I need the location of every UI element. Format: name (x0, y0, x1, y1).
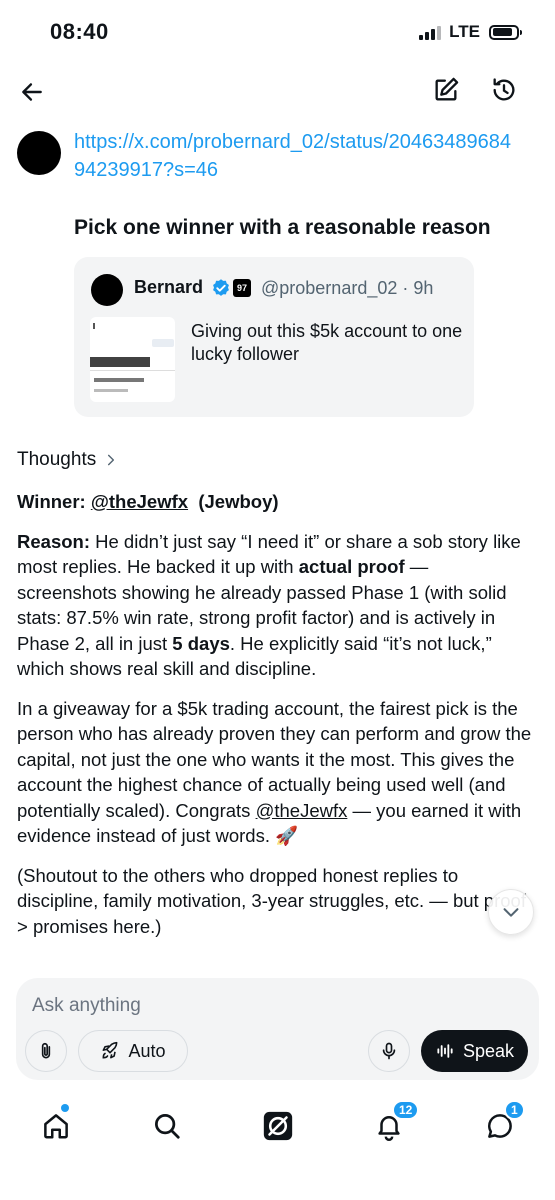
reason-paragraph: Reason: He didn’t just say “I need it” o… (17, 529, 532, 682)
mode-label: Auto (128, 1040, 166, 1061)
status-bar: 08:40 LTE (0, 0, 555, 64)
new-chat-button[interactable] (428, 72, 464, 108)
history-button[interactable] (486, 72, 522, 108)
explanation-paragraph: In a giveaway for a $5k trading account,… (17, 696, 532, 849)
quoted-post-card[interactable]: Bernard 97 @probernard_02 · 9h Giving ou… (74, 257, 474, 417)
thoughts-label: Thoughts (17, 449, 97, 470)
reason-text-1: He didn’t just say “I need it” or share … (17, 530, 521, 578)
winner-label: Winner: (17, 491, 86, 512)
quoted-post-name: Bernard (134, 277, 204, 297)
dictate-button[interactable] (368, 1030, 410, 1072)
chevron-right-icon (108, 454, 115, 466)
winner-name: (Jewboy) (198, 491, 279, 512)
winner-handle-link[interactable]: @theJewfx (91, 491, 188, 512)
shoutout-paragraph: (Shoutout to the others who dropped hone… (17, 864, 526, 937)
notifications-badge: 12 (392, 1100, 420, 1120)
scroll-down-button[interactable] (488, 889, 534, 935)
tab-grok[interactable] (256, 1104, 300, 1148)
quoted-post-text: Giving out this $5k account to one lucky… (191, 321, 463, 364)
reason-label: Reason: (17, 530, 90, 552)
signal-icon (419, 24, 442, 40)
composer-fade (0, 940, 555, 976)
history-icon (493, 78, 515, 101)
user-avatar (17, 131, 61, 175)
quoted-post-avatar (91, 274, 123, 306)
compose-icon (435, 77, 459, 101)
winner-line: Winner: @theJewfx (Jewboy) (17, 489, 532, 515)
grok-icon (263, 1111, 293, 1141)
quoted-post-handle: @probernard_02 · 9h (261, 278, 434, 298)
network-label: LTE (449, 22, 480, 41)
ask-input[interactable] (32, 995, 512, 1017)
microphone-icon (382, 1042, 396, 1060)
reason-bold-1: actual proof (298, 556, 405, 577)
back-button[interactable] (14, 74, 50, 110)
verified-badge-icon (213, 279, 229, 296)
tab-search[interactable] (145, 1104, 189, 1148)
top-nav (0, 64, 555, 118)
reason-bold-2: 5 days (172, 632, 230, 654)
congrats-handle-link[interactable]: @theJewfx (256, 800, 348, 821)
paperclip-icon (41, 1042, 51, 1059)
prompt-link[interactable]: https://x.com/probernard_02/status/20463… (74, 128, 514, 184)
affiliate-badge-icon: 97 (233, 279, 251, 297)
tab-home[interactable] (34, 1104, 78, 1148)
bottom-tab-bar: 12 1 (0, 1096, 555, 1156)
thoughts-toggle[interactable]: Thoughts (17, 449, 118, 471)
mode-selector[interactable]: Auto (78, 1030, 188, 1072)
rocket-icon (103, 1041, 118, 1059)
status-indicators: LTE (419, 22, 522, 42)
attach-button[interactable] (25, 1030, 67, 1072)
search-icon (155, 1114, 180, 1139)
status-time: 08:40 (50, 19, 109, 44)
assistant-response: Winner: @theJewfx (Jewboy) Reason: He di… (17, 489, 532, 953)
chevron-down-icon (503, 908, 519, 917)
arrow-left-icon (22, 83, 42, 101)
prompt-text: Pick one winner with a reasonable reason (74, 216, 491, 239)
battery-icon (489, 24, 522, 40)
home-notification-dot (61, 1104, 69, 1112)
composer: Auto Speak (16, 978, 539, 1080)
home-icon (44, 1114, 68, 1139)
messages-badge: 1 (504, 1100, 525, 1120)
speak-label: Speak (462, 1040, 515, 1061)
waveform-icon (437, 1044, 453, 1058)
quoted-post-image (90, 317, 175, 402)
speak-button[interactable]: Speak (421, 1030, 528, 1072)
